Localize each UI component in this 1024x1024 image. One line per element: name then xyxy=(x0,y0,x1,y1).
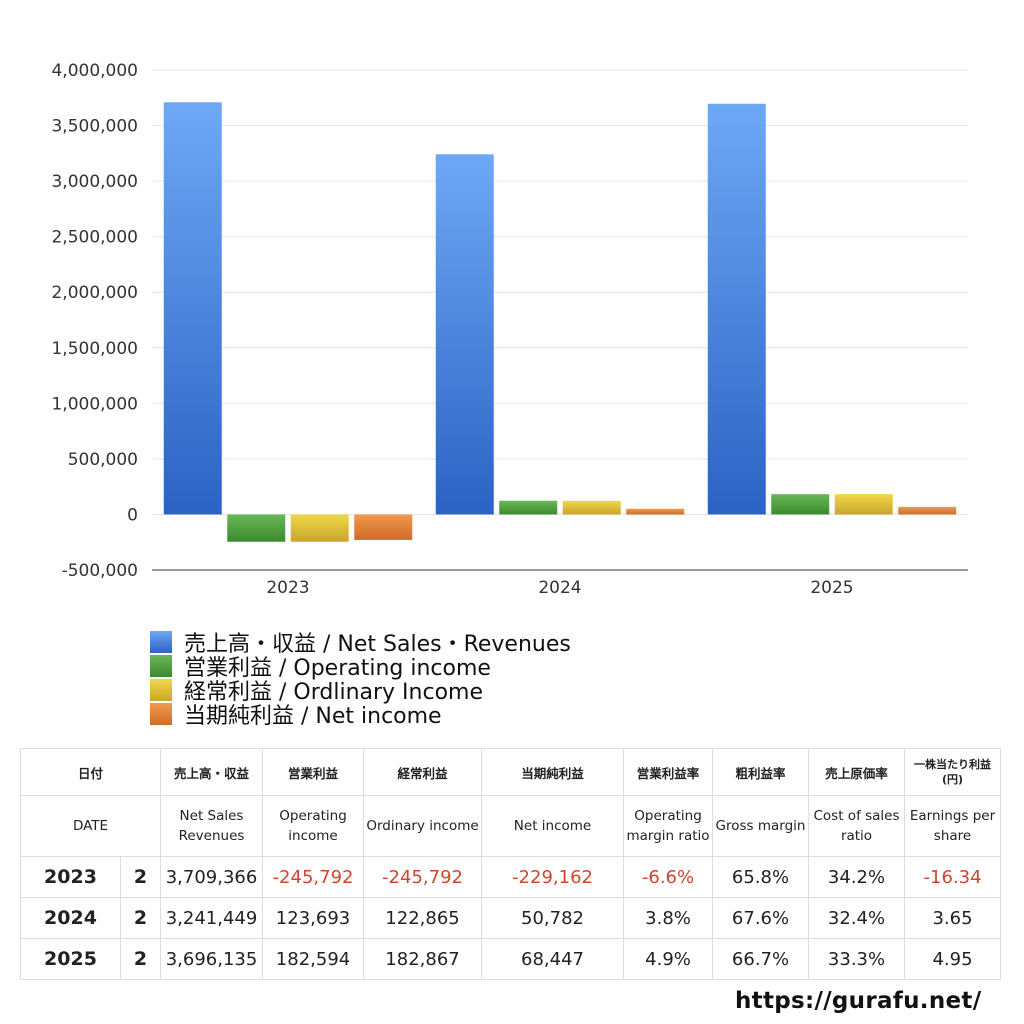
header-row-en: DATE Net Sales Revenues Operating income… xyxy=(19,795,1002,857)
cell-gm: 67.6% xyxy=(712,897,810,939)
header-gm-en: Gross margin xyxy=(712,795,810,857)
cell-months: 2 xyxy=(119,938,162,980)
cell-sales: 3,241,449 xyxy=(160,897,264,939)
bar-2025-series-1 xyxy=(771,494,830,515)
cell-op: -245,792 xyxy=(262,856,365,898)
cell-cost: 32.4% xyxy=(808,897,906,939)
cell-sales: 3,696,135 xyxy=(160,938,264,980)
y-tick-label: 2,500,000 xyxy=(51,228,138,248)
cell-ord: 122,865 xyxy=(363,897,483,939)
header-sales-jp: 売上高・収益 xyxy=(160,748,264,796)
bar-2025-series-3 xyxy=(898,506,957,515)
cell-ord: 182,867 xyxy=(363,938,483,980)
y-tick-label: 2,000,000 xyxy=(51,283,138,303)
bar-2025-series-2 xyxy=(834,494,893,515)
cell-months: 2 xyxy=(119,897,162,939)
cell-net: 50,782 xyxy=(481,897,625,939)
header-eps-en: Earnings per share xyxy=(904,795,1002,857)
bar-2024-series-2 xyxy=(562,500,621,515)
legend-item-net-income: 当期純利益 / Net income xyxy=(150,702,571,729)
header-op-jp: 営業利益 xyxy=(262,748,365,796)
bar-2024-series-1 xyxy=(499,500,558,515)
cell-opm: -6.6% xyxy=(623,856,714,898)
cell-ord: -245,792 xyxy=(363,856,483,898)
table-row: 2025 2 3,696,135 182,594 182,867 68,447 … xyxy=(20,938,1002,980)
cell-opm: 3.8% xyxy=(623,897,714,939)
cell-months: 2 xyxy=(119,856,162,898)
cell-year: 2025 xyxy=(20,938,121,980)
bar-2023-series-2 xyxy=(290,514,349,542)
legend-label: 当期純利益 / Net income xyxy=(184,704,442,729)
cell-year: 2023 xyxy=(20,856,121,898)
header-net-en: Net income xyxy=(481,795,625,857)
y-tick-label: 0 xyxy=(127,505,138,525)
y-tick-label: -500,000 xyxy=(62,561,138,581)
table-row: 2024 2 3,241,449 123,693 122,865 50,782 … xyxy=(20,897,1002,939)
legend-swatch xyxy=(150,679,172,701)
bar-2024-series-3 xyxy=(626,508,685,515)
y-tick-label: 4,000,000 xyxy=(51,61,138,81)
header-sales-en: Net Sales Revenues xyxy=(160,795,264,857)
gridlines xyxy=(152,69,968,515)
header-cost-jp: 売上原価率 xyxy=(808,748,906,796)
bar-2023-series-1 xyxy=(227,514,286,542)
header-date-jp: 日付 xyxy=(19,748,162,796)
bar-chart: -500,000 0 500,000 1,000,000 1,500,000 2,000,… xyxy=(51,61,968,598)
financial-table: 日付 売上高・収益 営業利益 経常利益 当期純利益 営業利益率 粗利益率 売上原… xyxy=(19,748,1002,980)
x-axis-ticks: 2023 2024 2025 xyxy=(266,578,853,598)
legend-swatch xyxy=(150,631,172,653)
cell-eps: 4.95 xyxy=(904,938,1002,980)
bar-2024-series-0 xyxy=(435,154,494,515)
y-tick-label: 500,000 xyxy=(68,450,138,470)
header-gm-jp: 粗利益率 xyxy=(712,748,810,796)
cell-eps: 3.65 xyxy=(904,897,1002,939)
header-opm-jp: 営業利益率 xyxy=(623,748,714,796)
cell-opm: 4.9% xyxy=(623,938,714,980)
y-tick-label: 1,500,000 xyxy=(51,339,138,359)
cell-sales: 3,709,366 xyxy=(160,856,264,898)
header-date-en: DATE xyxy=(19,795,162,857)
header-op-en: Operating income xyxy=(262,795,365,857)
cell-gm: 66.7% xyxy=(712,938,810,980)
cell-op: 182,594 xyxy=(262,938,365,980)
legend-swatch xyxy=(150,703,172,725)
y-tick-label: 3,500,000 xyxy=(51,117,138,137)
bar-2023-series-3 xyxy=(354,514,413,540)
cell-year: 2024 xyxy=(20,897,121,939)
x-tick-label: 2023 xyxy=(266,578,309,598)
header-net-jp: 当期純利益 xyxy=(481,748,625,796)
bar-2025-series-0 xyxy=(707,103,766,515)
header-row-jp: 日付 売上高・収益 営業利益 経常利益 当期純利益 営業利益率 粗利益率 売上原… xyxy=(19,748,1002,796)
site-url: https://gurafu.net/ xyxy=(735,988,982,1014)
header-ord-en: Ordinary income xyxy=(363,795,483,857)
y-tick-label: 3,000,000 xyxy=(51,172,138,192)
bars xyxy=(163,102,957,542)
header-eps-jp: 一株当たり利益(円) xyxy=(904,748,1002,796)
cell-net: -229,162 xyxy=(481,856,625,898)
table-row: 2023 2 3,709,366 -245,792 -245,792 -229,… xyxy=(20,856,1002,898)
cell-gm: 65.8% xyxy=(712,856,810,898)
cell-cost: 33.3% xyxy=(808,938,906,980)
cell-net: 68,447 xyxy=(481,938,625,980)
cell-cost: 34.2% xyxy=(808,856,906,898)
bar-2023-series-0 xyxy=(163,102,222,515)
x-tick-label: 2025 xyxy=(810,578,853,598)
cell-op: 123,693 xyxy=(262,897,365,939)
legend: 売上高・収益 / Net Sales・Revenues 営業利益 / Opera… xyxy=(150,630,571,729)
x-tick-label: 2024 xyxy=(538,578,581,598)
legend-swatch xyxy=(150,655,172,677)
header-opm-en: Operating margin ratio xyxy=(623,795,714,857)
header-ord-jp: 経常利益 xyxy=(363,748,483,796)
header-cost-en: Cost of sales ratio xyxy=(808,795,906,857)
y-tick-label: 1,000,000 xyxy=(51,394,138,414)
cell-eps: -16.34 xyxy=(904,856,1002,898)
y-axis-ticks: -500,000 0 500,000 1,000,000 1,500,000 2,000,… xyxy=(51,61,138,581)
